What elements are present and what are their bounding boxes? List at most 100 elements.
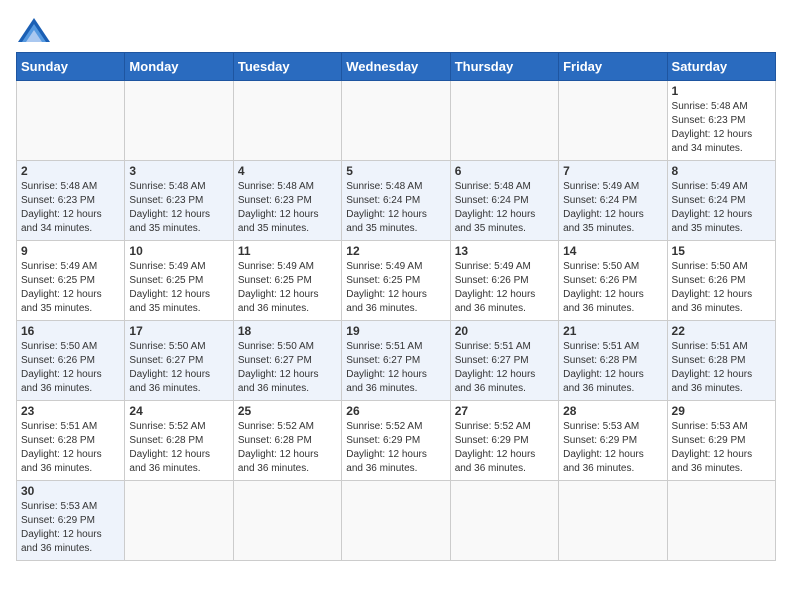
calendar-cell: 30 Sunrise: 5:53 AMSunset: 6:29 PMDayligh… [17,481,125,561]
day-number: 16 [21,324,120,338]
calendar-week-1: 1 Sunrise: 5:48 AMSunset: 6:23 PMDaylight… [17,81,776,161]
calendar-cell: 18Sunrise: 5:50 AMSunset: 6:27 PMDayligh… [233,321,341,401]
calendar-cell: 10 Sunrise: 5:49 AMSunset: 6:25 PMDayligh… [125,241,233,321]
day-info: Sunrise: 5:48 AMSunset: 6:23 PMDaylight:… [129,180,228,236]
day-number: 5 [346,164,445,178]
calendar-cell [450,481,558,561]
calendar-cell: 22 Sunrise: 5:51 AMSunset: 6:28 PMDayligh… [667,321,775,401]
day-info: Sunrise: 5:50 AMSunset: 6:27 PMDaylight:… [238,340,337,396]
day-info: Sunrise: 5:48 AMSunset: 6:23 PMDaylight:… [238,180,337,236]
day-number: 8 [672,164,771,178]
day-number: 29 [672,404,771,418]
day-number: 25 [238,404,337,418]
day-info: Sunrise: 5:49 AMSunset: 6:25 PMDaylight:… [238,260,337,316]
weekday-header-tuesday: Tuesday [233,53,341,81]
day-number: 1 [672,84,771,98]
weekday-header-saturday: Saturday [667,53,775,81]
calendar-cell [233,481,341,561]
logo [16,16,56,44]
day-info: Sunrise: 5:48 AMSunset: 6:24 PMDaylight:… [455,180,554,236]
calendar-cell [233,81,341,161]
day-info: Sunrise: 5:48 AMSunset: 6:23 PMDaylight:… [672,100,771,156]
calendar-cell: 9Sunrise: 5:49 AMSunset: 6:25 PMDaylight… [17,241,125,321]
calendar-cell: 25Sunrise: 5:52 AMSunset: 6:28 PMDayligh… [233,401,341,481]
day-info: Sunrise: 5:51 AMSunset: 6:27 PMDaylight:… [455,340,554,396]
calendar-cell: 24Sunrise: 5:52 AMSunset: 6:28 PMDayligh… [125,401,233,481]
calendar-cell: 13 Sunrise: 5:49 AMSunset: 6:26 PMDayligh… [450,241,558,321]
day-info: Sunrise: 5:51 AMSunset: 6:28 PMDaylight:… [672,340,771,396]
day-info: Sunrise: 5:49 AMSunset: 6:24 PMDaylight:… [563,180,662,236]
calendar-cell: 5 Sunrise: 5:48 AMSunset: 6:24 PMDaylight… [342,161,450,241]
day-number: 3 [129,164,228,178]
day-number: 4 [238,164,337,178]
weekday-header-monday: Monday [125,53,233,81]
day-number: 27 [455,404,554,418]
day-info: Sunrise: 5:51 AMSunset: 6:27 PMDaylight:… [346,340,445,396]
day-number: 6 [455,164,554,178]
logo-icon [16,16,52,44]
calendar-cell: 2 Sunrise: 5:48 AMSunset: 6:23 PMDaylight… [17,161,125,241]
day-info: Sunrise: 5:49 AMSunset: 6:26 PMDaylight:… [455,260,554,316]
day-number: 20 [455,324,554,338]
day-number: 2 [21,164,120,178]
day-number: 13 [455,244,554,258]
calendar-cell: 29 Sunrise: 5:53 AMSunset: 6:29 PMDayligh… [667,401,775,481]
calendar-cell: 17Sunrise: 5:50 AMSunset: 6:27 PMDayligh… [125,321,233,401]
day-number: 23 [21,404,120,418]
day-info: Sunrise: 5:49 AMSunset: 6:24 PMDaylight:… [672,180,771,236]
day-number: 10 [129,244,228,258]
calendar-cell: 28Sunrise: 5:53 AMSunset: 6:29 PMDayligh… [559,401,667,481]
day-number: 26 [346,404,445,418]
calendar-cell [559,81,667,161]
page-header [16,16,776,44]
calendar-cell [342,481,450,561]
calendar-cell: 11 Sunrise: 5:49 AMSunset: 6:25 PMDayligh… [233,241,341,321]
calendar-cell: 27 Sunrise: 5:52 AMSunset: 6:29 PMDayligh… [450,401,558,481]
calendar-cell: 26 Sunrise: 5:52 AMSunset: 6:29 PMDayligh… [342,401,450,481]
weekday-header-wednesday: Wednesday [342,53,450,81]
calendar-cell: 16 Sunrise: 5:50 AMSunset: 6:26 PMDayligh… [17,321,125,401]
day-number: 15 [672,244,771,258]
calendar-cell [450,81,558,161]
day-info: Sunrise: 5:48 AMSunset: 6:24 PMDaylight:… [346,180,445,236]
day-info: Sunrise: 5:50 AMSunset: 6:26 PMDaylight:… [563,260,662,316]
calendar-cell [559,481,667,561]
calendar-cell [17,81,125,161]
calendar-week-4: 16 Sunrise: 5:50 AMSunset: 6:26 PMDayligh… [17,321,776,401]
calendar-cell: 4 Sunrise: 5:48 AMSunset: 6:23 PMDaylight… [233,161,341,241]
day-number: 11 [238,244,337,258]
calendar-cell: 15 Sunrise: 5:50 AMSunset: 6:26 PMDayligh… [667,241,775,321]
weekday-header-sunday: Sunday [17,53,125,81]
calendar-cell: 3 Sunrise: 5:48 AMSunset: 6:23 PMDaylight… [125,161,233,241]
day-number: 21 [563,324,662,338]
day-info: Sunrise: 5:52 AMSunset: 6:29 PMDaylight:… [455,420,554,476]
calendar-cell: 14 Sunrise: 5:50 AMSunset: 6:26 PMDayligh… [559,241,667,321]
day-number: 22 [672,324,771,338]
day-info: Sunrise: 5:53 AMSunset: 6:29 PMDaylight:… [672,420,771,476]
weekday-header-thursday: Thursday [450,53,558,81]
day-info: Sunrise: 5:50 AMSunset: 6:26 PMDaylight:… [21,340,120,396]
weekday-header-friday: Friday [559,53,667,81]
calendar-cell [342,81,450,161]
day-number: 19 [346,324,445,338]
day-info: Sunrise: 5:50 AMSunset: 6:27 PMDaylight:… [129,340,228,396]
day-number: 12 [346,244,445,258]
day-info: Sunrise: 5:52 AMSunset: 6:28 PMDaylight:… [129,420,228,476]
day-number: 14 [563,244,662,258]
day-info: Sunrise: 5:51 AMSunset: 6:28 PMDaylight:… [563,340,662,396]
day-info: Sunrise: 5:49 AMSunset: 6:25 PMDaylight:… [129,260,228,316]
calendar-cell: 21 Sunrise: 5:51 AMSunset: 6:28 PMDayligh… [559,321,667,401]
calendar-cell [125,481,233,561]
day-info: Sunrise: 5:48 AMSunset: 6:23 PMDaylight:… [21,180,120,236]
day-info: Sunrise: 5:52 AMSunset: 6:29 PMDaylight:… [346,420,445,476]
day-info: Sunrise: 5:53 AMSunset: 6:29 PMDaylight:… [563,420,662,476]
day-info: Sunrise: 5:50 AMSunset: 6:26 PMDaylight:… [672,260,771,316]
calendar-week-3: 9Sunrise: 5:49 AMSunset: 6:25 PMDaylight… [17,241,776,321]
calendar-week-2: 2 Sunrise: 5:48 AMSunset: 6:23 PMDaylight… [17,161,776,241]
calendar-week-5: 23Sunrise: 5:51 AMSunset: 6:28 PMDayligh… [17,401,776,481]
day-number: 30 [21,484,120,498]
weekday-header-row: SundayMondayTuesdayWednesdayThursdayFrid… [17,53,776,81]
calendar-cell: 23Sunrise: 5:51 AMSunset: 6:28 PMDayligh… [17,401,125,481]
calendar-table: SundayMondayTuesdayWednesdayThursdayFrid… [16,52,776,561]
day-info: Sunrise: 5:53 AMSunset: 6:29 PMDaylight:… [21,500,120,556]
